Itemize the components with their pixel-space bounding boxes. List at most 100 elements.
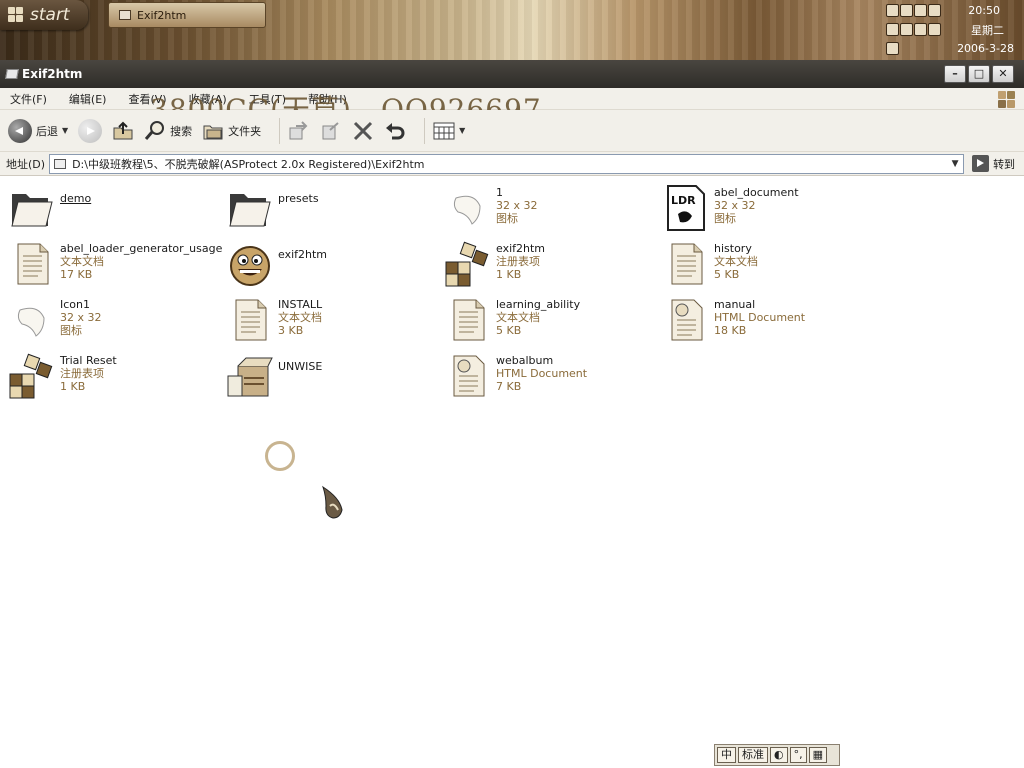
back-button[interactable]: 后退 ▼ bbox=[8, 118, 68, 143]
views-button[interactable]: ▼ bbox=[433, 120, 465, 142]
chevron-down-icon[interactable]: ▼ bbox=[459, 126, 465, 135]
uninstall-icon bbox=[227, 357, 273, 397]
file-name: UNWISE bbox=[278, 360, 323, 373]
svg-text:LDR: LDR bbox=[671, 194, 696, 207]
file-item[interactable]: 1 32 x 32 图标 bbox=[444, 184, 659, 238]
file-name: webalbum bbox=[496, 354, 554, 367]
file-meta: 32 x 32 bbox=[496, 199, 538, 212]
back-label: 后退 bbox=[36, 124, 58, 138]
smiley-app-icon bbox=[230, 246, 270, 286]
maximize-button[interactable]: □ bbox=[968, 65, 990, 83]
file-list: demo presets 1 32 x 32 图标 LDR abel_docum… bbox=[0, 176, 1024, 768]
start-label: start bbox=[30, 5, 70, 25]
file-meta: 1 KB bbox=[60, 380, 86, 393]
file-meta: 文本文档 bbox=[60, 255, 104, 268]
registry-icon bbox=[445, 241, 489, 287]
search-button[interactable]: 搜索 bbox=[144, 120, 192, 142]
up-folder-button[interactable] bbox=[112, 120, 134, 142]
system-tray: 20:50 星期二 2006-3-28 bbox=[884, 0, 1024, 60]
address-bar: 地址(D) D:\中级班教程\5、不脱壳破解(ASProtect 2.0x Re… bbox=[0, 152, 1024, 176]
menu-edit[interactable]: 编辑(E) bbox=[69, 91, 107, 107]
file-item[interactable]: manual HTML Document 18 KB bbox=[662, 296, 877, 350]
file-item[interactable]: INSTALL 文本文档 3 KB bbox=[226, 296, 441, 350]
file-name: history bbox=[714, 242, 752, 255]
text-document-icon bbox=[671, 243, 703, 285]
tray-app-icon[interactable] bbox=[886, 4, 899, 17]
ime-keyboard-icon[interactable]: ▦ bbox=[808, 747, 828, 763]
windows-flag-icon bbox=[996, 89, 1018, 109]
ime-shape-icon[interactable]: ◐ bbox=[770, 747, 788, 763]
address-input[interactable]: D:\中级班教程\5、不脱壳破解(ASProtect 2.0x Register… bbox=[49, 153, 965, 174]
file-meta: 图标 bbox=[60, 324, 82, 337]
file-name: exif2htm bbox=[496, 242, 546, 255]
file-meta: 注册表项 bbox=[60, 367, 104, 380]
tray-app-icon[interactable] bbox=[900, 4, 913, 17]
ime-mode-button[interactable]: 中 bbox=[717, 747, 736, 763]
move-to-button[interactable] bbox=[288, 120, 310, 142]
folder-icon bbox=[229, 194, 271, 227]
go-button[interactable]: 转到 bbox=[972, 155, 1015, 172]
folder-icon bbox=[11, 194, 53, 227]
search-label: 搜索 bbox=[170, 124, 193, 138]
file-item[interactable]: history 文本文档 5 KB bbox=[662, 240, 877, 294]
tray-app-icon[interactable] bbox=[928, 23, 941, 36]
chevron-down-icon[interactable]: ▼ bbox=[62, 126, 68, 135]
chevron-down-icon[interactable]: ▼ bbox=[947, 155, 963, 173]
tray-app-icon[interactable] bbox=[914, 4, 927, 17]
file-meta: 17 KB bbox=[60, 268, 93, 281]
tray-icons bbox=[886, 4, 956, 60]
file-name: learning_ability bbox=[496, 298, 581, 311]
back-arrow-icon bbox=[8, 118, 32, 143]
tray-app-icon[interactable] bbox=[886, 42, 899, 55]
file-name: Trial Reset bbox=[60, 354, 117, 367]
ime-standard-button[interactable]: 标准 bbox=[738, 747, 768, 763]
file-item[interactable]: exif2htm bbox=[226, 240, 441, 294]
delete-button[interactable] bbox=[352, 120, 374, 142]
up-folder-icon bbox=[113, 121, 133, 139]
file-item[interactable]: demo bbox=[8, 184, 223, 238]
clock-time[interactable]: 20:50 bbox=[968, 4, 1000, 17]
forward-button[interactable] bbox=[78, 118, 103, 143]
ime-punctuation-icon[interactable]: °, bbox=[789, 747, 807, 763]
file-item[interactable]: learning_ability 文本文档 5 KB bbox=[444, 296, 659, 350]
file-meta: 18 KB bbox=[714, 324, 747, 337]
undo-button[interactable] bbox=[384, 120, 406, 142]
start-button[interactable]: start bbox=[0, 0, 88, 30]
taskbar-window-label: Exif2htm bbox=[137, 8, 187, 22]
menu-file[interactable]: 文件(F) bbox=[10, 91, 47, 107]
tray-app-icon[interactable] bbox=[928, 4, 941, 17]
mouse-cursor-icon bbox=[322, 485, 343, 519]
go-arrow-icon bbox=[972, 155, 990, 172]
file-meta: 3 KB bbox=[278, 324, 304, 337]
ime-toolbar: 中 标准 ◐ °, ▦ bbox=[714, 744, 840, 766]
folders-button[interactable]: 文件夹 bbox=[202, 120, 261, 142]
window-title-bar[interactable]: Exif2htm – □ ✕ bbox=[0, 60, 1024, 88]
move-to-icon bbox=[289, 120, 308, 139]
tray-app-icon[interactable] bbox=[900, 23, 913, 36]
close-button[interactable]: ✕ bbox=[992, 65, 1014, 83]
minimize-button[interactable]: – bbox=[944, 65, 966, 83]
window-controls: – □ ✕ bbox=[944, 65, 1014, 83]
file-item[interactable]: Trial Reset 注册表项 1 KB bbox=[8, 352, 223, 406]
file-item[interactable]: exif2htm 注册表项 1 KB bbox=[444, 240, 659, 294]
clock-date: 2006-3-28 bbox=[957, 42, 1014, 55]
file-item[interactable]: Icon1 32 x 32 图标 bbox=[8, 296, 223, 350]
tray-app-icon[interactable] bbox=[914, 23, 927, 36]
file-name: abel_loader_generator_usage bbox=[60, 242, 223, 255]
file-item[interactable]: abel_loader_generator_usage 文本文档 17 KB bbox=[8, 240, 223, 294]
file-name: 1 bbox=[496, 186, 503, 199]
file-meta: HTML Document bbox=[714, 311, 806, 324]
file-name: Icon1 bbox=[60, 298, 90, 311]
copy-to-button[interactable] bbox=[320, 120, 342, 142]
search-icon bbox=[145, 120, 165, 140]
file-item[interactable]: webalbum HTML Document 7 KB bbox=[444, 352, 659, 406]
file-item[interactable]: LDR abel_document 32 x 32 图标 bbox=[662, 184, 877, 238]
file-item[interactable]: UNWISE bbox=[226, 352, 441, 406]
tray-app-icon[interactable] bbox=[886, 23, 899, 36]
copy-to-icon bbox=[322, 121, 339, 139]
text-document-icon bbox=[235, 299, 267, 341]
go-label: 转到 bbox=[993, 157, 1016, 171]
taskbar-window-button[interactable]: Exif2htm bbox=[108, 2, 266, 28]
file-item[interactable]: presets bbox=[226, 184, 441, 238]
file-meta: 5 KB bbox=[496, 324, 522, 337]
